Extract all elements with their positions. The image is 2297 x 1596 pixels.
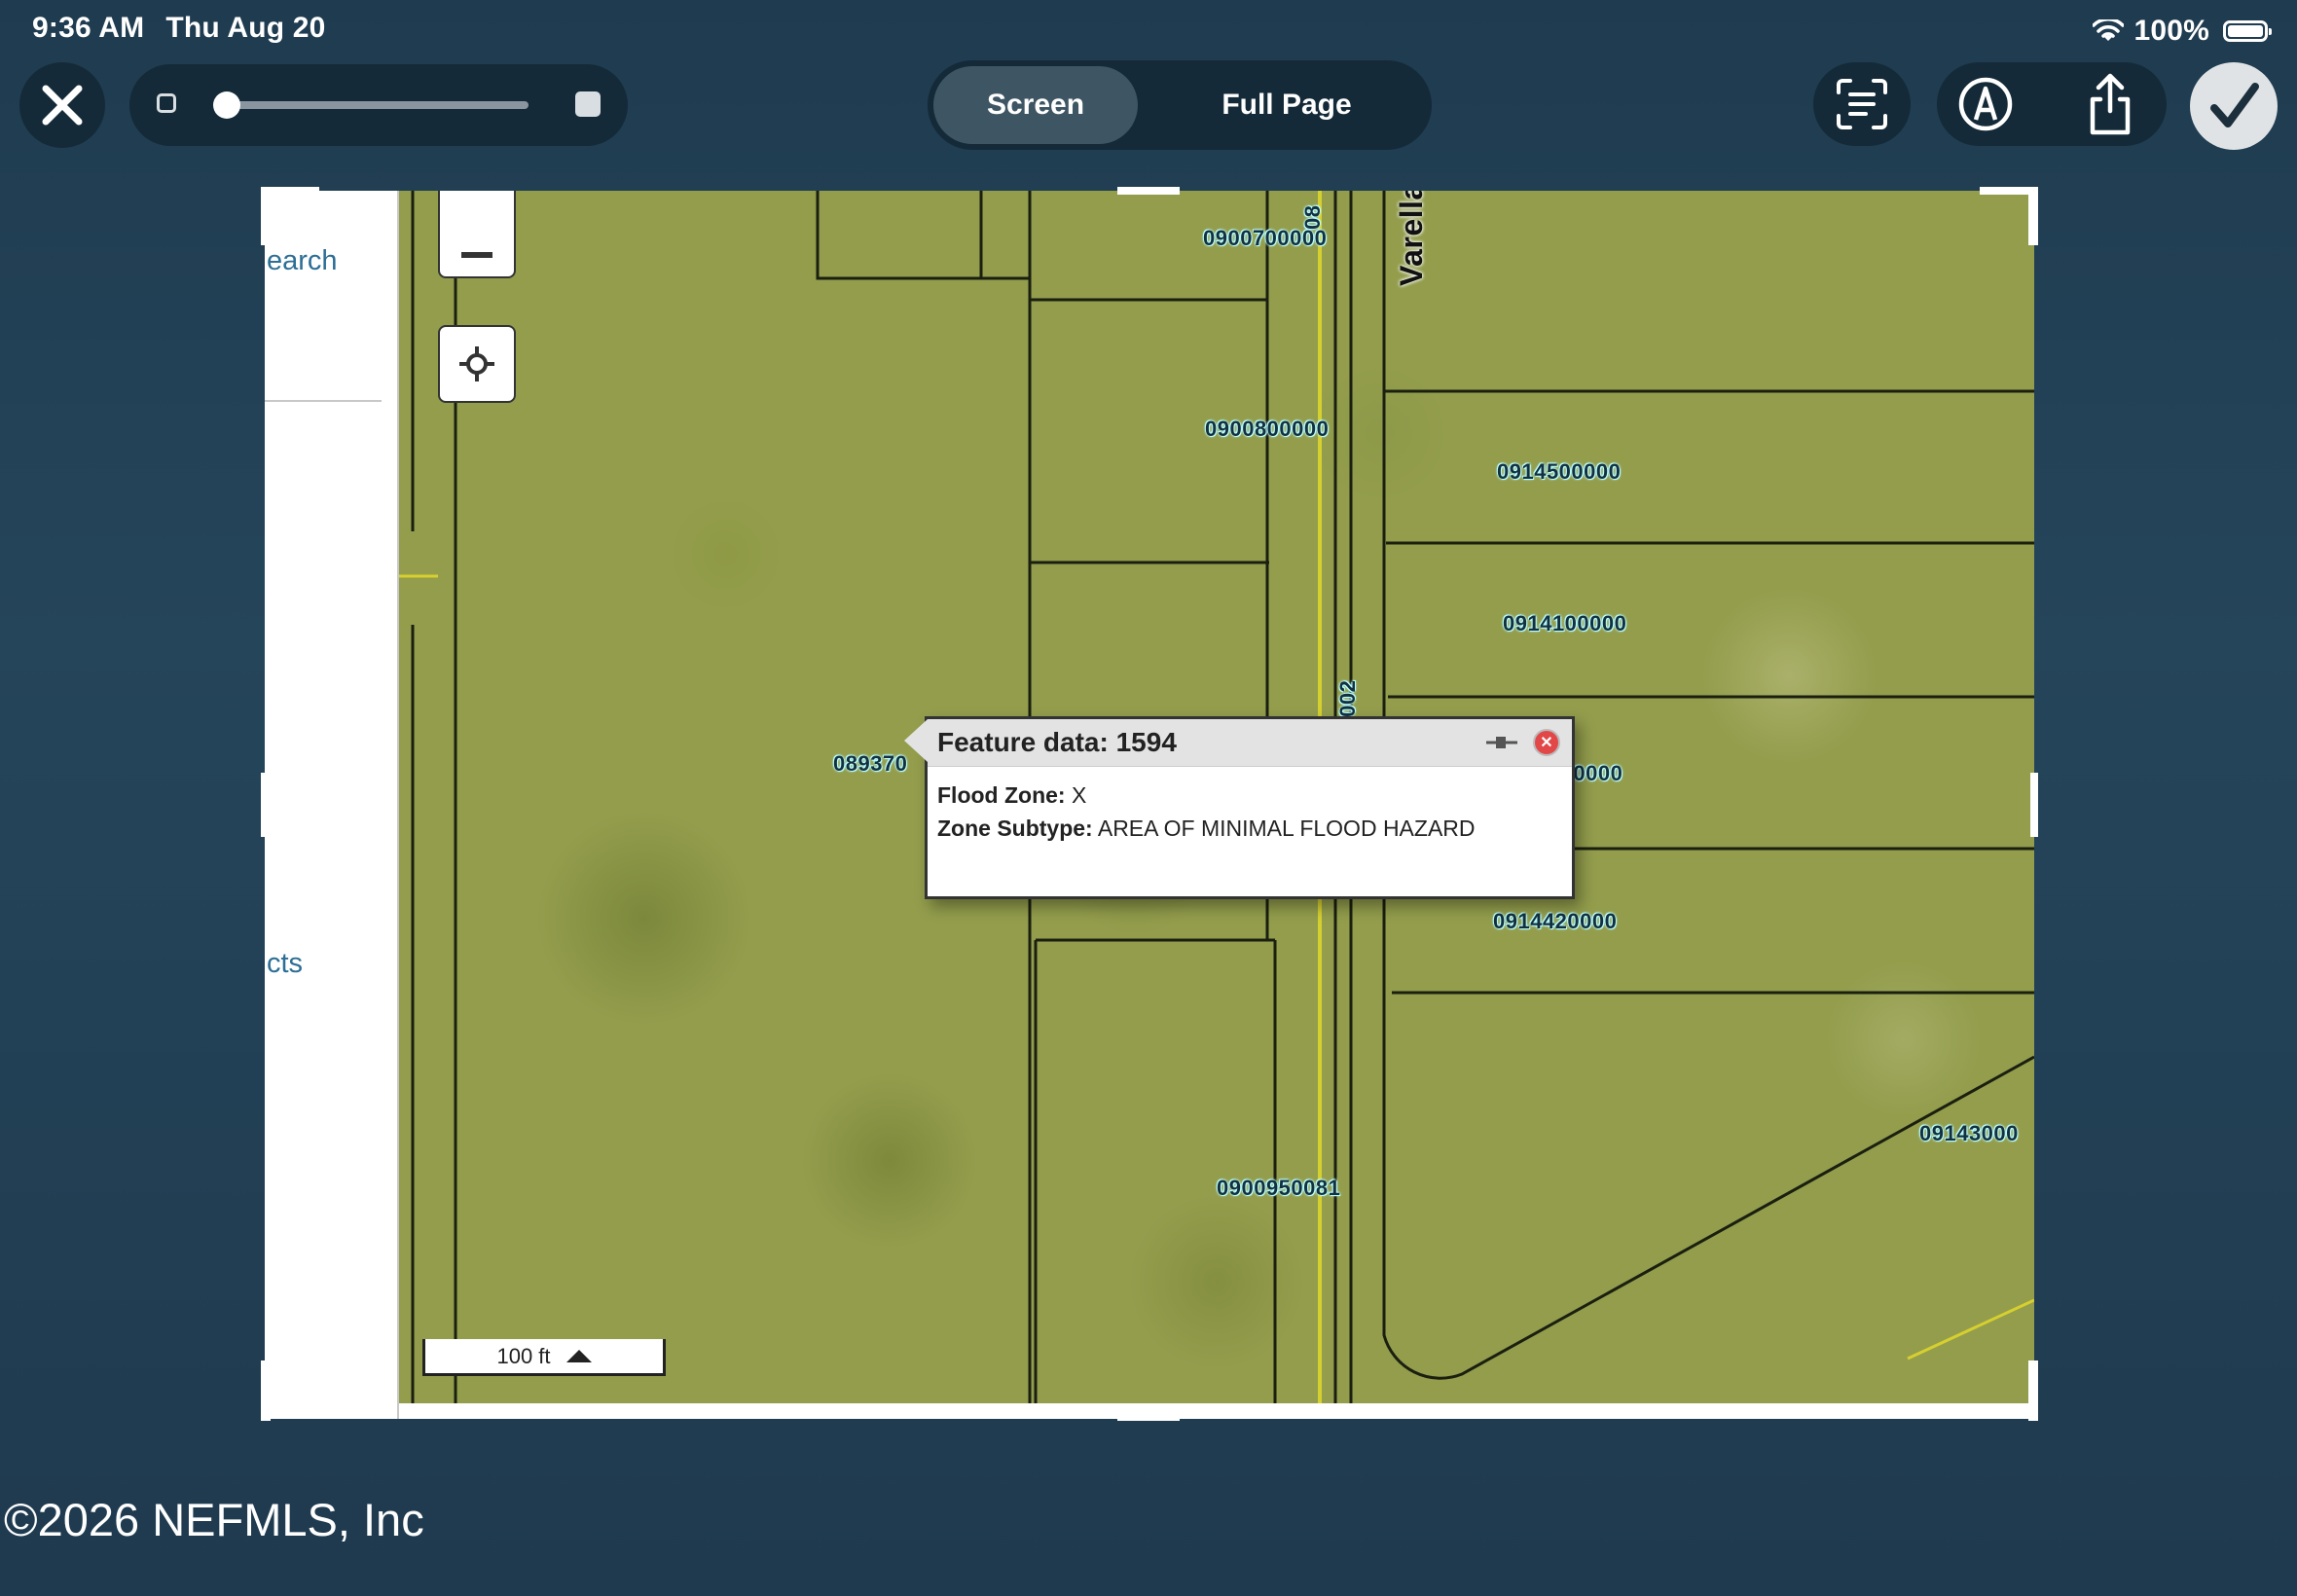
- opacity-slider-track[interactable]: [219, 101, 529, 109]
- large-square-icon: [575, 91, 601, 117]
- screenshot-mode-segmented-control: Screen Full Page: [928, 60, 1432, 150]
- locate-button[interactable]: [438, 325, 516, 403]
- crop-handle-top-right-h[interactable]: [1980, 187, 2038, 195]
- parcel-label: 089370: [833, 751, 908, 776]
- parcel-label: 09143000: [1919, 1121, 2019, 1145]
- status-bar-right: 100%: [2093, 12, 2272, 51]
- zoom-out-button[interactable]: [438, 191, 516, 278]
- copyright-text: ©2026 NEFMLS, Inc: [4, 1494, 424, 1545]
- opacity-slider-knob[interactable]: [213, 91, 240, 119]
- text-recognition-button[interactable]: [1813, 62, 1911, 146]
- crop-handle-right[interactable]: [2030, 773, 2038, 837]
- wifi-icon: [2093, 19, 2125, 41]
- feature-popup: Feature data: 1594 ✕ Flood Zone: X Zone …: [904, 716, 1575, 899]
- opacity-slider-control: [129, 64, 628, 146]
- triangle-up-icon: [565, 1350, 592, 1362]
- crop-handle-left[interactable]: [261, 773, 269, 837]
- popup-close-button[interactable]: ✕: [1533, 729, 1560, 756]
- parcel-label: 08: [1300, 204, 1325, 230]
- search-link[interactable]: earch: [267, 245, 338, 277]
- flood-zone-value: X: [1071, 782, 1087, 808]
- battery-icon: [2223, 20, 2272, 42]
- products-link[interactable]: cts: [267, 948, 303, 980]
- done-button[interactable]: [2190, 62, 2278, 150]
- crop-handle-bottom-left[interactable]: [261, 1360, 271, 1421]
- crop-handle-bottom[interactable]: [1117, 1413, 1180, 1421]
- status-bar-left: 9:36 AM Thu Aug 20: [32, 12, 326, 51]
- popup-header: Feature data: 1594 ✕: [928, 719, 1572, 767]
- text-scan-icon: [1837, 79, 1887, 129]
- close-icon: ✕: [1540, 735, 1553, 751]
- popup-pointer: [904, 719, 928, 762]
- close-button[interactable]: [19, 62, 105, 148]
- parcel-label: 0900800000: [1205, 417, 1330, 441]
- share-icon: [2090, 73, 2131, 135]
- status-date: Thu Aug 20: [165, 12, 326, 44]
- pin-icon[interactable]: [1484, 733, 1519, 752]
- popup-title: Feature data: 1594: [937, 727, 1177, 757]
- side-panel: earch cts: [265, 191, 399, 1419]
- crop-handle-top-left[interactable]: [261, 187, 271, 245]
- zone-subtype-value: AREA OF MINIMAL FLOOD HAZARD: [1097, 816, 1476, 841]
- map-scale-bar: 100 ft: [422, 1339, 666, 1376]
- crosshair-icon: [459, 346, 494, 381]
- minus-icon: [461, 252, 492, 258]
- battery-percent: 100%: [2133, 15, 2209, 47]
- parcel-label: 0914420000: [1493, 909, 1618, 933]
- status-time: 9:36 AM: [32, 12, 145, 44]
- markup-pen-icon: [1958, 77, 2013, 131]
- zone-subtype-label: Zone Subtype:: [937, 816, 1093, 841]
- markup-share-group: [1937, 62, 2167, 146]
- crop-handle-top-left-h[interactable]: [261, 187, 319, 195]
- markup-button[interactable]: [1956, 75, 2015, 138]
- popup-body: Flood Zone: X Zone Subtype: AREA OF MINI…: [928, 767, 1572, 856]
- tab-full-page[interactable]: Full Page: [1148, 66, 1426, 144]
- parcel-label: 0914100000: [1503, 611, 1627, 635]
- street-label: Varella: [1394, 191, 1429, 286]
- tab-screen[interactable]: Screen: [933, 66, 1138, 144]
- screenshot-preview[interactable]: earch cts 0900700000 0900800000 09145000…: [265, 191, 2034, 1419]
- divider: [265, 400, 382, 402]
- map-footer-strip: [399, 1403, 2034, 1419]
- parcel-label: 0914500000: [1497, 459, 1622, 484]
- checkmark-icon: [2210, 83, 2259, 127]
- crop-handle-top-right[interactable]: [2028, 187, 2038, 245]
- close-icon: [42, 85, 83, 126]
- crop-handle-bottom-right[interactable]: [2028, 1360, 2038, 1421]
- scale-label: 100 ft: [496, 1343, 551, 1368]
- small-square-icon: [157, 93, 176, 113]
- crop-handle-top[interactable]: [1117, 187, 1180, 195]
- share-button[interactable]: [2079, 70, 2141, 143]
- flood-zone-label: Flood Zone:: [937, 782, 1066, 808]
- parcel-label: 0900950081: [1217, 1176, 1341, 1200]
